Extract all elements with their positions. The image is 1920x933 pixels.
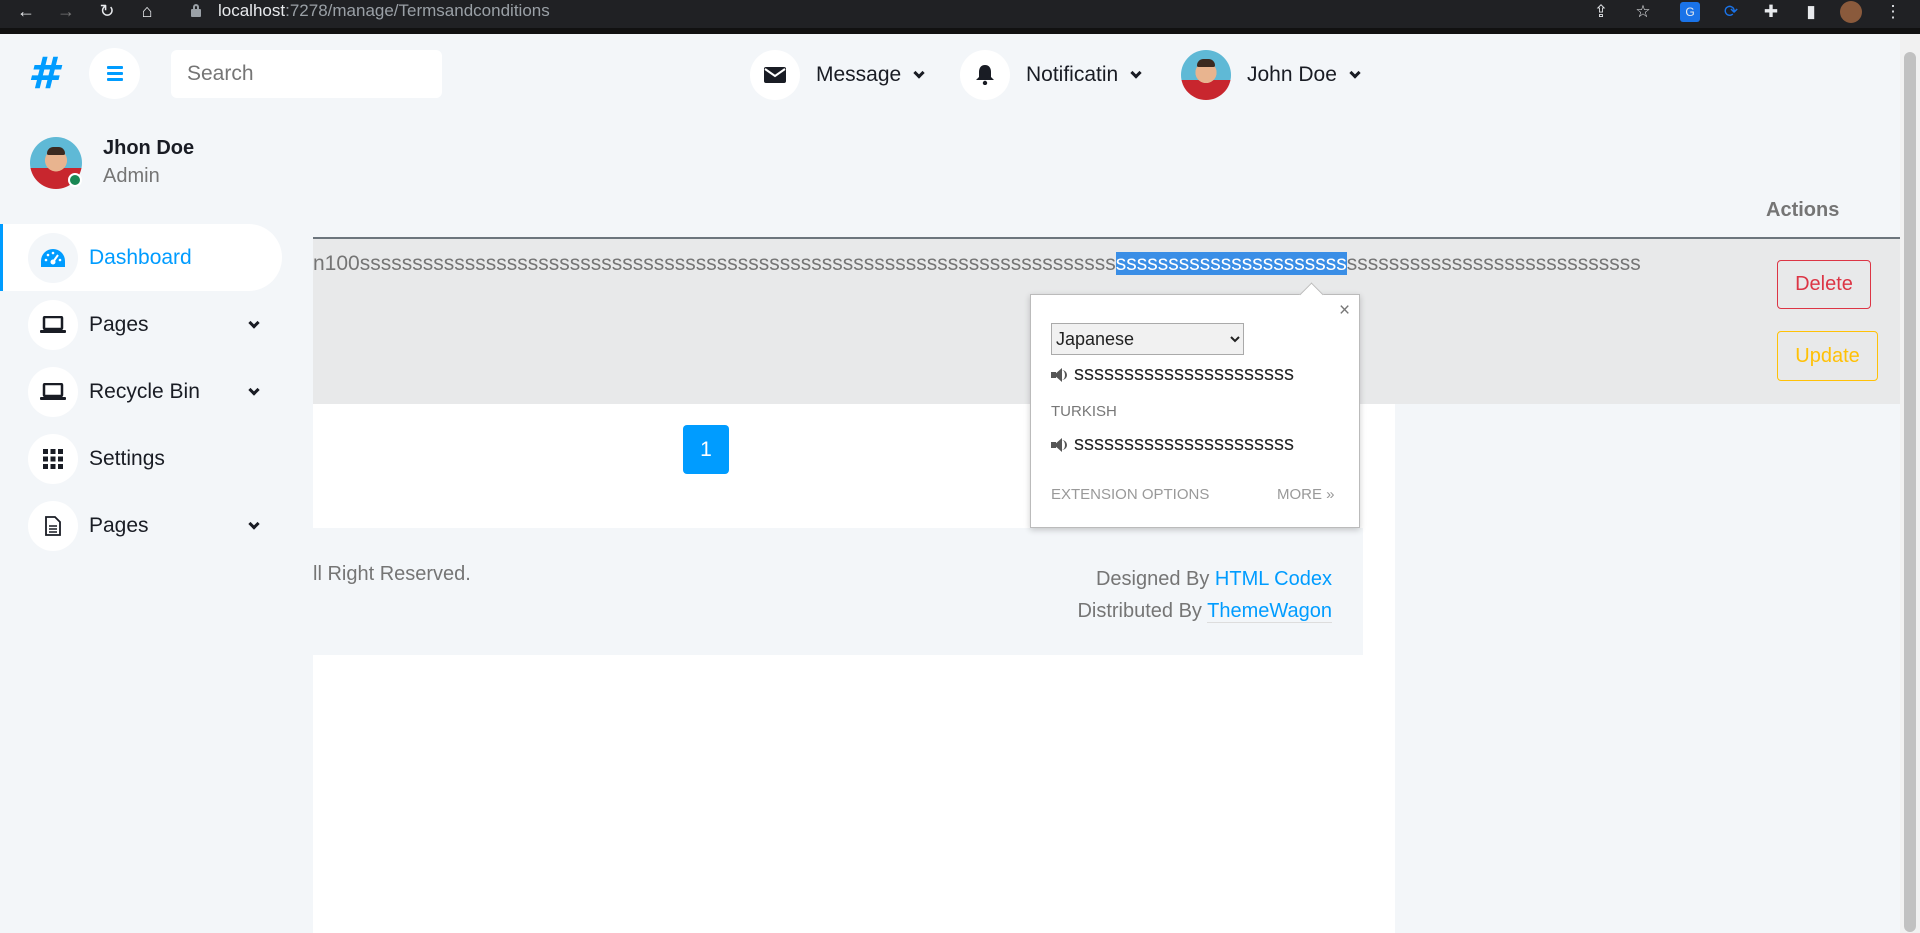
laptop-icon	[28, 299, 78, 350]
page-scrollbar[interactable]	[1900, 34, 1920, 933]
address-bar[interactable]: localhost:7278/manage/Termsandconditions	[218, 0, 1638, 24]
sidebar-nav: Dashboard Pages Recycle Bin Settings Pag…	[0, 224, 282, 559]
brand-logo[interactable]: #	[28, 48, 59, 99]
distributed-by-text: Distributed By	[1077, 600, 1208, 622]
themewagon-link[interactable]: ThemeWagon	[1207, 600, 1332, 623]
actions-column-header: Actions	[1766, 199, 1840, 221]
detected-language-label: TURKISH	[1051, 403, 1117, 420]
original-line: ssssssssssssssssssssss	[1051, 433, 1294, 456]
footer-credits: Designed By HTML Codex Distributed By Th…	[1000, 563, 1332, 627]
profile-role: Admin	[103, 165, 160, 187]
chevron-down-icon	[248, 384, 260, 396]
extensions-puzzle-icon[interactable]: ✚	[1760, 1, 1782, 23]
user-dropdown[interactable]: John Doe	[1181, 50, 1361, 100]
avatar	[1181, 50, 1231, 100]
search-input[interactable]	[171, 50, 442, 98]
translate-popup: × Japanese ssssssssssssssssssssss TURKIS…	[1030, 294, 1360, 528]
menu-toggle-button[interactable]	[89, 48, 140, 99]
forward-icon[interactable]: →	[54, 0, 78, 24]
hamburger-icon	[107, 66, 123, 81]
chevron-down-icon	[248, 518, 260, 530]
chevron-down-icon	[1349, 66, 1361, 79]
laptop-icon	[28, 366, 78, 417]
notification-label: Notificatin	[1026, 63, 1119, 86]
close-icon[interactable]: ×	[1339, 300, 1350, 322]
lock-icon[interactable]	[191, 4, 201, 17]
document-icon	[28, 500, 78, 551]
speaker-icon[interactable]	[1051, 437, 1068, 453]
side-panel-icon[interactable]: ▮	[1800, 1, 1822, 23]
update-button[interactable]: Update	[1777, 331, 1878, 381]
back-icon[interactable]: ←	[14, 0, 38, 24]
row-text-before: n100ssssssssssssssssssssssssssssssssssss…	[313, 252, 1116, 275]
profile-avatar-icon[interactable]	[1840, 1, 1862, 23]
sidebar-item-pages[interactable]: Pages	[0, 291, 282, 358]
chevron-down-icon	[913, 66, 925, 79]
home-icon[interactable]: ⌂	[135, 0, 159, 24]
online-status-indicator	[68, 173, 82, 187]
notification-dropdown[interactable]: Notificatin	[960, 50, 1142, 100]
browser-toolbar: ← → ↻ ⌂ localhost:7278/manage/Termsandco…	[0, 0, 1920, 28]
chevron-down-icon	[1130, 66, 1142, 79]
bookmark-star-icon[interactable]: ☆	[1632, 1, 1654, 23]
sidebar-item-label: Dashboard	[89, 245, 192, 269]
profile-name: Jhon Doe	[103, 137, 195, 159]
envelope-icon	[750, 50, 800, 100]
google-translate-icon[interactable]: G	[1680, 2, 1700, 22]
speaker-icon[interactable]	[1051, 367, 1068, 383]
tachometer-icon	[28, 232, 78, 283]
scrollbar-thumb[interactable]	[1904, 52, 1916, 932]
sidebar-item-pages-2[interactable]: Pages	[0, 492, 282, 559]
chrome-divider	[0, 28, 1920, 34]
pagination-page-button[interactable]: 1	[683, 425, 729, 474]
original-text: ssssssssssssssssssssss	[1074, 433, 1294, 455]
extension-options-link[interactable]: EXTENSION OPTIONS	[1051, 486, 1209, 503]
designed-by-text: Designed By	[1095, 568, 1215, 590]
sidebar-item-label: Settings	[89, 446, 165, 470]
row-text-selected: ssssssssssssssssssssss	[1115, 252, 1347, 275]
row-text-after: ssssssssssssssssssssssssssss	[1346, 252, 1641, 275]
delete-button[interactable]: Delete	[1777, 260, 1871, 309]
translation-text: ssssssssssssssssssssss	[1074, 363, 1294, 385]
browser-menu-icon[interactable]: ⋮	[1882, 1, 1904, 23]
sidebar-item-settings[interactable]: Settings	[0, 425, 282, 492]
target-language-select[interactable]: Japanese	[1051, 323, 1244, 355]
row-content-cell[interactable]: n100ssssssssssssssssssssssssssssssssssss…	[313, 252, 1750, 276]
user-label: John Doe	[1247, 63, 1337, 86]
translation-line: ssssssssssssssssssssss	[1051, 363, 1294, 386]
grid-icon	[28, 433, 78, 484]
url-path: :7278/manage/Termsandconditions	[285, 1, 550, 20]
sidebar-item-recycle-bin[interactable]: Recycle Bin	[0, 358, 282, 425]
sidebar-item-label: Pages	[89, 513, 149, 537]
bell-icon	[960, 50, 1010, 100]
reload-icon[interactable]: ↻	[95, 0, 119, 24]
message-dropdown[interactable]: Message	[750, 50, 925, 100]
url-host: localhost	[218, 1, 286, 20]
html-codex-link[interactable]: HTML Codex	[1215, 568, 1332, 590]
sidebar-item-label: Pages	[89, 312, 149, 336]
message-label: Message	[816, 63, 902, 86]
sidebar-item-label: Recycle Bin	[89, 379, 200, 403]
more-link[interactable]: MORE »	[1277, 486, 1335, 503]
copyright-text: ll Right Reserved.	[313, 563, 471, 585]
sidebar-item-dashboard[interactable]: Dashboard	[0, 224, 282, 291]
chevron-down-icon	[248, 317, 260, 329]
share-icon[interactable]: ⇪	[1590, 1, 1612, 23]
extension-e-icon[interactable]: ⟳	[1720, 1, 1742, 23]
